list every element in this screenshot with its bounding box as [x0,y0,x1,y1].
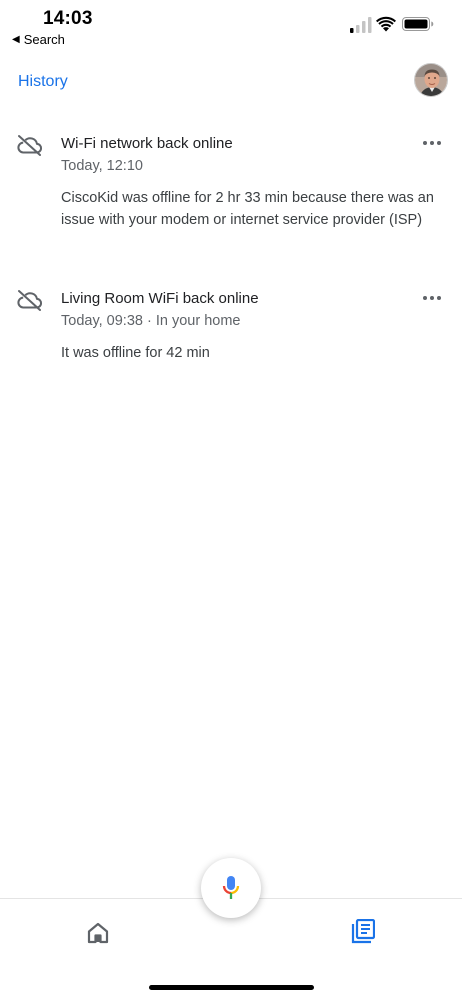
user-avatar-icon [415,64,447,96]
more-dot [423,296,427,300]
more-options-button[interactable] [420,289,444,307]
status-time: 14:03 [43,8,93,29]
card-description: CiscoKid was offline for 2 hr 33 min bec… [61,190,434,228]
back-arrow-icon: ◀ [12,34,20,45]
feed-icon[interactable] [351,919,375,945]
more-dot [423,141,427,145]
cloud-off-icon [17,290,43,311]
cloud-off-icon [17,135,43,156]
card-title: Living Room WiFi back online [61,290,259,307]
history-card[interactable]: Living Room WiFi back online Today, 09:3… [0,283,462,373]
history-card[interactable]: Wi-Fi network back online Today, 12:10 C… [0,128,462,258]
avatar[interactable] [414,63,448,97]
more-dot [430,296,434,300]
microphone-icon [222,876,240,899]
back-link-label: Search [23,32,65,47]
battery-icon [402,17,434,31]
status-bar: 14:03 ◀ Search [0,0,462,52]
page-title[interactable]: History [18,73,68,91]
card-timestamp: Today, 09:38 · In your home [61,313,241,329]
back-to-search-link[interactable]: ◀ Search [12,32,65,47]
wifi-icon [376,16,396,32]
home-icon[interactable] [86,921,110,945]
voice-assistant-button[interactable] [201,858,261,918]
card-title: Wi-Fi network back online [61,135,233,152]
card-description: It was offline for 42 min [61,345,210,361]
more-dot [437,141,441,145]
more-dot [430,141,434,145]
cellular-signal-icon [350,17,372,33]
app-header: History [0,60,462,104]
more-dot [437,296,441,300]
card-timestamp: Today, 12:10 [61,158,143,174]
home-indicator [149,985,314,990]
more-options-button[interactable] [420,134,444,152]
